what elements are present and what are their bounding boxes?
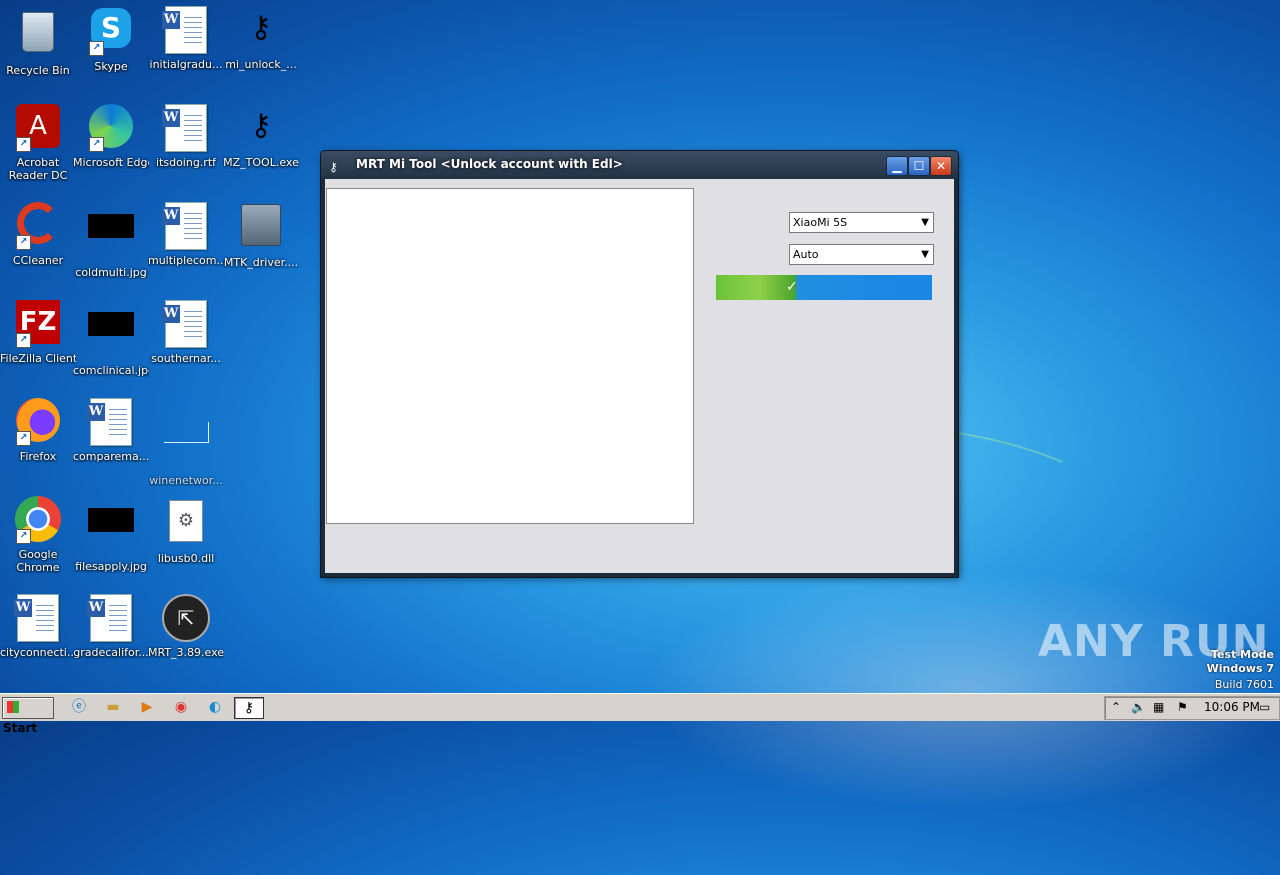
word-doc-icon: W [162, 202, 210, 250]
test-mode-label: Test Mode [1211, 648, 1274, 661]
desktop-icon-mtk-driver[interactable]: MTK_driver.... [223, 202, 299, 269]
desktop-icon-initialgradu[interactable]: W initialgradu... [148, 6, 224, 71]
build-label: Build 7601 [1214, 678, 1274, 691]
word-doc-icon: W [87, 398, 135, 446]
mi-logo-icon: ✓ [786, 279, 798, 295]
desktop-icon-comparema[interactable]: W comparema... [73, 398, 149, 463]
desktop-icon-edge[interactable]: ↗ Microsoft Edge [73, 104, 149, 169]
desktop-icon-gradecalifor[interactable]: W gradecalifor... [73, 594, 149, 659]
edge-taskbar-icon[interactable]: ◐ [204, 697, 226, 717]
desktop-icon-skype[interactable]: S ↗ Skype [73, 6, 149, 73]
minimize-button[interactable]: ▁ [886, 156, 908, 176]
image-thumb-icon [87, 508, 135, 556]
desktop-icon-coldmulti[interactable]: coldmulti.jpg [73, 202, 149, 279]
desktop-icon-winenetwor[interactable]: winenetwor... [148, 398, 224, 487]
mrt-mi-tool-window: ⚷ MRT Mi Tool <Unlock account with Edl> … [321, 151, 958, 577]
desktop-icon-cityconnecti[interactable]: W cityconnecti... [0, 594, 76, 659]
desktop-icon-libusb0[interactable]: ⚙ libusb0.dll [148, 496, 224, 565]
image-thumb-icon [87, 312, 135, 360]
model-select[interactable]: XiaoMi 5S ▼ [789, 212, 934, 233]
window-titlebar[interactable]: ⚷ MRT Mi Tool <Unlock account with Edl> … [321, 151, 958, 179]
key-icon: ⚷ [250, 10, 272, 45]
show-desktop-icon[interactable]: ▭ [1259, 700, 1270, 714]
recycle-bin-icon [14, 12, 62, 60]
key-icon: ⚷ [243, 700, 255, 716]
mrt-exe-icon: ⇱ [162, 594, 210, 642]
volume-icon[interactable]: 🔈 [1131, 700, 1146, 714]
window-client-area: XiaoMi 5S ▼ Auto ▼ ✓ [325, 179, 954, 573]
skype-icon: S ↗ [87, 8, 135, 56]
word-doc-icon: W [87, 594, 135, 642]
media-player-icon[interactable]: ▶ [136, 697, 158, 717]
mrt-taskbar-button[interactable]: ⚷ [234, 697, 264, 719]
chrome-icon: ↗ [14, 496, 62, 544]
taskbar: Start ⓔ ▬ ▶ ◉ ◐ ⚷ ⌃ 🔈 ▦ ⚑ 10:06 PM ▭ [0, 693, 1280, 735]
maximize-button[interactable]: ☐ [908, 156, 930, 176]
blank-file-icon [162, 422, 210, 470]
chrome-taskbar-icon[interactable]: ◉ [170, 697, 192, 717]
close-button[interactable]: ✕ [930, 156, 952, 176]
chevron-down-icon: ▼ [921, 217, 929, 228]
network-icon[interactable]: ▦ [1153, 700, 1164, 714]
desktop-icon-filezilla[interactable]: FZ ↗ FileZilla Client [0, 300, 76, 365]
desktop-icon-recycle-bin[interactable]: Recycle Bin [0, 6, 76, 77]
chevron-down-icon: ▼ [921, 249, 929, 260]
app-key-icon: ⚷ [329, 160, 338, 174]
desktop-icon-firefox[interactable]: ↗ Firefox [0, 398, 76, 463]
word-doc-icon: W [14, 594, 62, 642]
desktop-icon-multiplecom[interactable]: W multiplecom... [148, 202, 224, 267]
firefox-icon: ↗ [14, 398, 62, 446]
desktop-icon-filesapply[interactable]: filesapply.jpg [73, 496, 149, 573]
brand-banner: ✓ [716, 275, 932, 300]
desktop-icon-itsdoing[interactable]: W itsdoing.rtf [148, 104, 224, 169]
system-tray: ⌃ 🔈 ▦ ⚑ 10:06 PM ▭ [1104, 696, 1280, 720]
close-icon: ✕ [935, 159, 947, 173]
word-doc-icon: W [162, 6, 210, 54]
ccleaner-icon: ↗ [14, 202, 62, 250]
taskbar-clock[interactable]: 10:06 PM [1204, 700, 1260, 714]
desktop-icon-ccleaner[interactable]: ↗ CCleaner [0, 202, 76, 267]
maximize-icon: ☐ [913, 159, 925, 173]
minimize-icon: ▁ [892, 159, 902, 173]
desktop-icon-acrobat[interactable]: A ↗ Acrobat Reader DC [0, 104, 76, 182]
action-center-flag-icon[interactable]: ⚑ [1177, 700, 1188, 714]
log-output-box[interactable] [326, 188, 694, 524]
desktop-icon-mrt-exe[interactable]: ⇱ MRT_3.89.exe [148, 594, 224, 659]
explorer-folder-icon[interactable]: ▬ [102, 697, 124, 717]
windows-logo-icon [7, 701, 19, 713]
dll-icon: ⚙ [162, 500, 210, 548]
desktop-icon-chrome[interactable]: ↗ Google Chrome [0, 496, 76, 574]
wallpaper-glow [620, 560, 1280, 820]
installer-icon [237, 204, 285, 252]
key-icon: ⚷ [250, 108, 272, 143]
image-thumb-icon [87, 214, 135, 262]
word-doc-icon: W [162, 104, 210, 152]
desktop-icon-southernar[interactable]: W southernar... [148, 300, 224, 365]
windows-version-label: Windows 7 [1206, 662, 1274, 675]
acrobat-icon: A ↗ [14, 104, 62, 152]
desktop-icon-mi-unlock[interactable]: ⚷ mi_unlock_... [223, 6, 299, 71]
edge-icon: ↗ [87, 104, 135, 152]
window-title: MRT Mi Tool <Unlock account with Edl> [356, 157, 623, 171]
desktop-icon-mz-tool[interactable]: ⚷ MZ_TOOL.exe [223, 104, 299, 169]
tray-expand-icon[interactable]: ⌃ [1111, 700, 1121, 714]
internet-explorer-icon[interactable]: ⓔ [68, 697, 90, 717]
filezilla-icon: FZ ↗ [14, 300, 62, 348]
desktop-icon-comclinical[interactable]: comclinical.jpg [73, 300, 149, 377]
start-button[interactable]: Start [2, 697, 54, 735]
mode-select[interactable]: Auto ▼ [789, 244, 934, 265]
word-doc-icon: W [162, 300, 210, 348]
